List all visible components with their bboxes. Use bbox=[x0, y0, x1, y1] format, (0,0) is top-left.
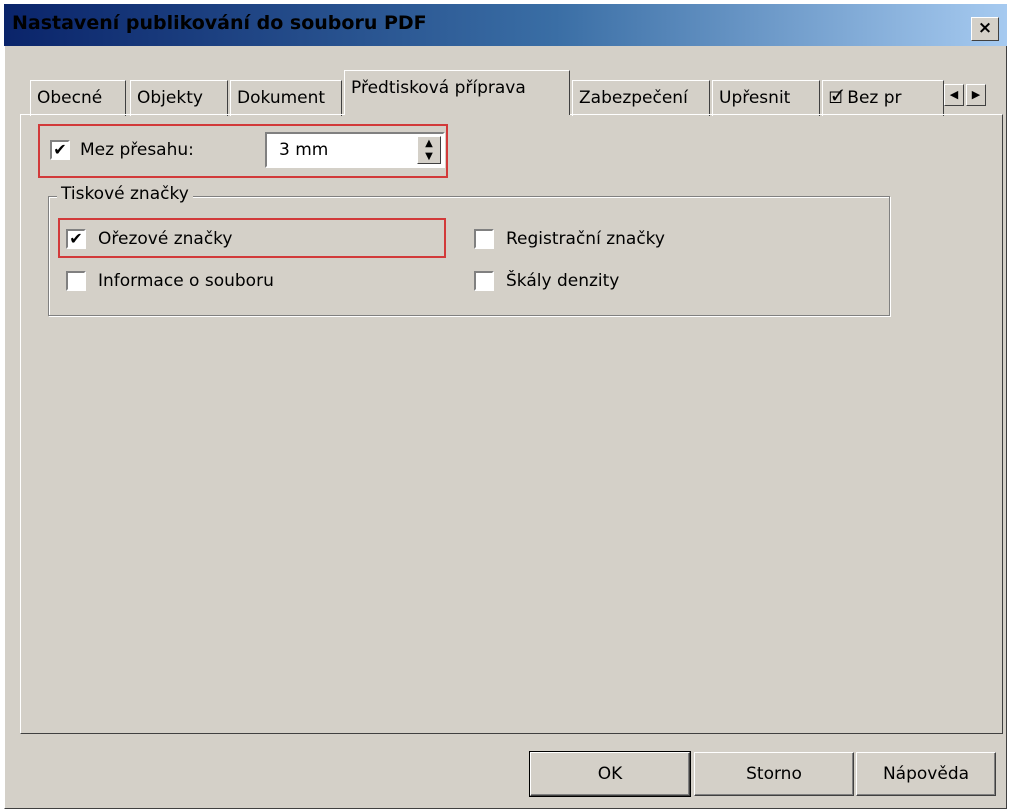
density-scales-label: Škály denzity bbox=[506, 271, 620, 291]
tab-label: Bez pr bbox=[847, 88, 902, 108]
tab-predtiskova-priprava[interactable]: Předtisková příprava bbox=[344, 70, 570, 115]
tab-label: Upřesnit bbox=[719, 88, 791, 108]
registration-marks-checkbox[interactable] bbox=[474, 229, 494, 249]
cancel-button[interactable]: Storno bbox=[694, 752, 854, 796]
print-marks-title: Tiskové značky bbox=[57, 184, 193, 204]
tab-obecne[interactable]: Obecné bbox=[30, 80, 126, 116]
spin-up-icon[interactable]: ▲ bbox=[418, 137, 440, 150]
spin-down-icon[interactable]: ▼ bbox=[418, 150, 440, 163]
tab-dokument[interactable]: Dokument bbox=[230, 80, 342, 116]
file-info-checkbox[interactable] bbox=[66, 271, 86, 291]
bleed-spin-field[interactable]: 3 mm ▲ ▼ bbox=[265, 132, 445, 168]
tab-objekty[interactable]: Objekty bbox=[130, 80, 228, 116]
tab-label: Dokument bbox=[237, 88, 326, 108]
density-scales-checkbox[interactable] bbox=[474, 271, 494, 291]
check-document-icon: 🗹 bbox=[829, 88, 844, 107]
tab-upresnit[interactable]: Upřesnit bbox=[712, 80, 820, 116]
crop-marks-label: Ořezové značky bbox=[98, 229, 233, 249]
window-title: Nastavení publikování do souboru PDF bbox=[12, 12, 427, 34]
tab-label: Zabezpečení bbox=[579, 88, 688, 108]
help-button[interactable]: Nápověda bbox=[856, 752, 996, 796]
file-info-label: Informace o souboru bbox=[98, 271, 274, 291]
tab-bez-pr[interactable]: 🗹 Bez pr bbox=[822, 80, 944, 116]
tab-scroll-left-button[interactable]: ◀ bbox=[944, 84, 964, 106]
tab-label: Objekty bbox=[137, 88, 203, 108]
title-bar: Nastavení publikování do souboru PDF × bbox=[4, 4, 1007, 46]
spin-buttons[interactable]: ▲ ▼ bbox=[417, 136, 441, 164]
tab-scroll-right-button[interactable]: ▶ bbox=[966, 84, 986, 106]
registration-marks-label: Registrační značky bbox=[506, 229, 665, 249]
tab-label: Předtisková příprava bbox=[351, 78, 526, 98]
tab-zabezpeceni[interactable]: Zabezpečení bbox=[572, 80, 710, 116]
close-button[interactable]: × bbox=[971, 17, 999, 41]
tab-label: Obecné bbox=[37, 88, 103, 108]
bleed-label: Mez přesahu: bbox=[80, 140, 194, 160]
ok-button[interactable]: OK bbox=[529, 751, 691, 797]
bleed-value: 3 mm bbox=[279, 140, 329, 160]
bleed-checkbox[interactable]: ✔ bbox=[50, 140, 70, 160]
crop-marks-checkbox[interactable]: ✔ bbox=[66, 229, 86, 249]
